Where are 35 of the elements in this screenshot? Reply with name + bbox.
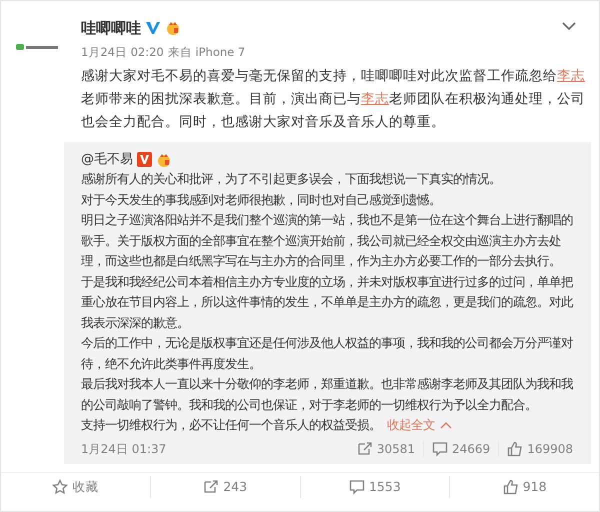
star-icon — [52, 479, 68, 496]
verified-icon — [145, 20, 161, 36]
comment-button[interactable]: 1553 — [300, 476, 450, 498]
comment-icon — [348, 479, 365, 496]
repost-author[interactable]: @毛不易 — [81, 150, 133, 170]
chevron-down-icon[interactable] — [561, 21, 577, 31]
mention-link[interactable]: 李志 — [557, 68, 585, 84]
post-text: 感谢大家对毛不易的喜爱与毫无保留的支持，哇唧唧哇对此次监督工作疏忽给李志 老师带来的困扰深表歉意。目前，演出商已与李志老师团队在积极沟通处理，公司也会全力配合。同时，也感谢大家对音乐及音乐人的尊重。 — [81, 66, 586, 132]
stat-count: 30581 — [356, 440, 415, 458]
like-button[interactable]: 918 — [450, 476, 599, 498]
mention-link[interactable]: 李志 — [361, 90, 389, 107]
favorite-button[interactable]: 收藏 — [1, 476, 150, 498]
post-time[interactable]: 1月24日 02:20 — [81, 44, 164, 61]
stat-count: 24669 — [432, 440, 490, 458]
like-icon — [507, 440, 524, 457]
author-name[interactable]: 哇唧唧哇 — [81, 17, 141, 40]
repost-paragraph: 今后的工作中，无论是版权事宜还是任何涉及他人权益的事项，我和我的公司都会万分严谨对待，绝不允许此类事件再度发生。 — [81, 335, 573, 373]
repost-icon — [356, 440, 373, 457]
repost-paragraph: 最后我对我本人一直以来十分敬仰的李老师，郑重道歉。也非常感谢李老师及其团队为我和我的公司敲响了警钟。我和我的公司也保证，对于李老师的一切维权行为予以全力配合。 — [81, 376, 573, 414]
repost-time[interactable]: 1月24日 01:37 — [81, 440, 166, 458]
repost-paragraph: 明日之子巡演洛阳站并不是我们整个巡演的第一站，我也不是第一位在这个舞台上进行翻唱的歌手。关于版权方面的全部事宜在整个巡演开始前，我公司就已经全权交由巡演主办方去处理，而这些也都是白纸黑字写在与主办方的合同里，作为主办方必要工作的一部分去执行。 — [81, 212, 573, 270]
comment-icon — [432, 440, 448, 457]
repost-paragraph: 对于今天发生的事我感到对老师很抱歉，同时也对自己感觉到遗憾。 — [81, 192, 442, 209]
repost-paragraph: 于是我和我经纪公司本着相信主办方专业度的立场，并未对版权事宜进行过多的过问，单单把重心放在节目内容上，所以这件事情的发生，不单单是主办方的疏忽，更是我们的疏忽。对此我表示深深的歉意。 — [81, 274, 573, 332]
repost-button[interactable]: 243 — [150, 476, 300, 498]
logo-icon — [16, 41, 58, 53]
collapse-link[interactable]: 收起全文 — [387, 415, 435, 436]
post-source: 来自 iPhone 7 — [168, 44, 246, 60]
verified-icon — [137, 152, 152, 167]
like-icon — [502, 479, 519, 496]
chevron-up-icon — [440, 421, 452, 430]
stat-count: 169908 — [507, 440, 573, 458]
repost-paragraph: 支持一切维权行为，必不让任何一个音乐人的权益受损。 — [81, 417, 381, 434]
repost-icon — [203, 479, 220, 496]
repost-paragraph: 感谢所有人的关心和批评，为了不引起更多误会，下面我想说一下真实的情况。 — [81, 171, 502, 188]
